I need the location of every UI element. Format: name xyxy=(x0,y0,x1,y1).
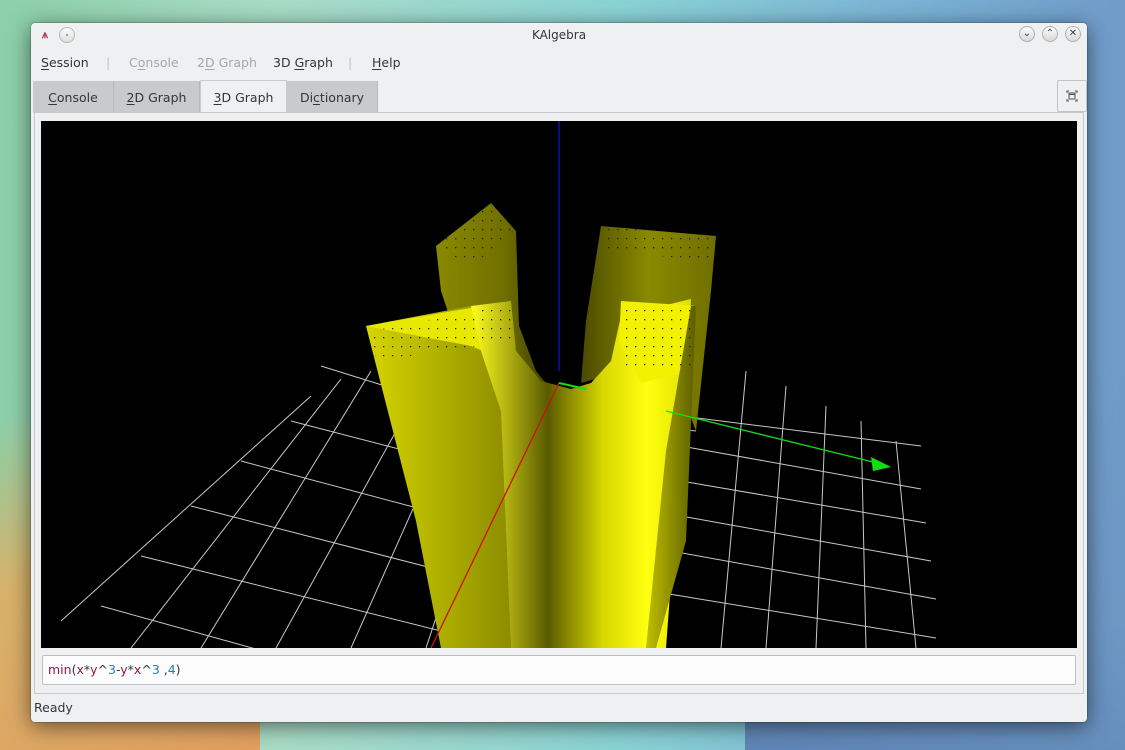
tab-bar: Console 2D Graph 3D Graph Dictionary xyxy=(31,80,1087,113)
grid-line xyxy=(895,440,917,648)
chevron-down-icon: ⌄ xyxy=(1022,28,1032,39)
menu-session[interactable]: Session xyxy=(41,55,89,70)
grid-line xyxy=(100,605,255,648)
expression-token: y xyxy=(90,662,98,677)
y-axis-arrow-icon xyxy=(871,457,891,471)
tab-3d-graph[interactable]: 3D Graph xyxy=(200,80,287,113)
tab-dictionary[interactable]: Dictionary xyxy=(287,81,378,113)
chevron-up-icon: ⌃ xyxy=(1045,28,1055,39)
grid-line xyxy=(765,385,787,648)
expression-token: x xyxy=(76,662,84,677)
grid-line xyxy=(670,550,937,600)
window-title: KAlgebra xyxy=(531,28,587,42)
expression-token: , xyxy=(159,662,168,677)
close-button[interactable]: ✕ xyxy=(1065,26,1081,42)
minimize-button[interactable]: ⌄ xyxy=(1019,26,1035,42)
grid-line xyxy=(200,370,372,648)
menu-separator: | xyxy=(348,55,353,70)
grid-line xyxy=(130,378,342,648)
title-bar[interactable]: ⩚ KAlgebra ⌄ ⌃ ✕ xyxy=(31,23,1087,49)
menu-3d-graph[interactable]: 3D Graph xyxy=(273,55,333,70)
surface-dots xyxy=(621,303,693,371)
function-input[interactable]: min(x*y^3-y*x^3 ,4) xyxy=(42,655,1076,685)
menu-console[interactable]: Console xyxy=(129,55,179,70)
fullscreen-button[interactable] xyxy=(1057,80,1087,112)
expression-token: min xyxy=(48,662,72,677)
expression-token: 4 xyxy=(167,662,176,677)
menu-2d-graph[interactable]: 2D Graph xyxy=(197,55,257,70)
grid-line xyxy=(815,405,827,648)
tab-console[interactable]: Console xyxy=(33,81,114,113)
expression-token: 3 xyxy=(151,662,160,677)
fullscreen-icon xyxy=(1066,90,1078,102)
3d-graph-view[interactable] xyxy=(41,121,1077,648)
grid-line xyxy=(680,415,922,447)
expression-token: y xyxy=(120,662,128,677)
y-axis-line xyxy=(665,410,882,465)
grid-line xyxy=(650,590,937,639)
grid-line xyxy=(60,395,312,622)
3d-plot-canvas[interactable] xyxy=(41,121,1077,648)
expression-token: ^ xyxy=(141,662,152,677)
kalgebra-window: ⩚ KAlgebra ⌄ ⌃ ✕ Session | Console 2D Gr… xyxy=(31,23,1087,722)
expression-token: ^ xyxy=(97,662,109,677)
grid-line xyxy=(680,480,927,524)
grid-line xyxy=(680,515,932,562)
status-bar-text: Ready xyxy=(34,700,73,715)
close-icon: ✕ xyxy=(1068,28,1078,39)
grid-line xyxy=(860,420,867,648)
expression-token: ) xyxy=(175,662,181,677)
menu-separator: | xyxy=(106,55,111,70)
menu-bar: Session | Console 2D Graph 3D Graph | He… xyxy=(31,51,1087,75)
tab-2d-graph[interactable]: 2D Graph xyxy=(114,81,200,113)
menu-help[interactable]: Help xyxy=(372,55,401,70)
function-surface xyxy=(366,203,716,648)
expression-token: 3 xyxy=(108,662,116,677)
maximize-button[interactable]: ⌃ xyxy=(1042,26,1058,42)
